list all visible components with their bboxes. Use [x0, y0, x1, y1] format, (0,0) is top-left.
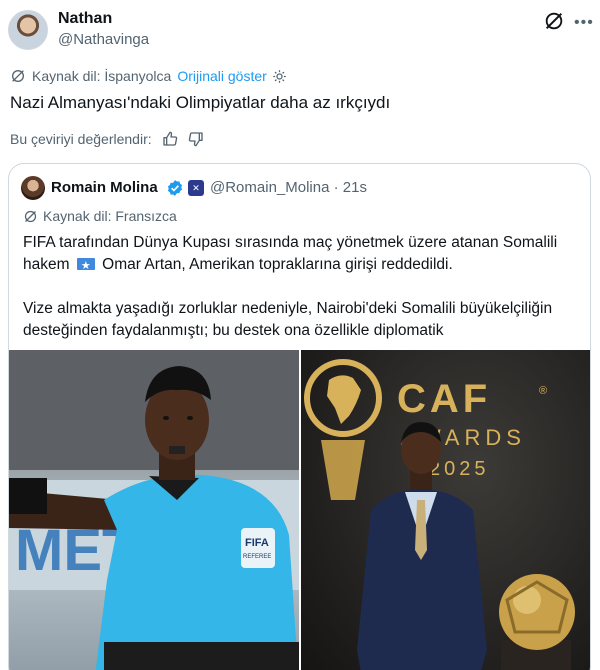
grok-icon[interactable]	[543, 10, 565, 32]
quoted-tweet-text: FIFA tarafından Dünya Kupası sırasında m…	[23, 232, 583, 342]
referee-photo[interactable]: METRO FIFA REFEREE	[9, 350, 299, 670]
affiliation-badge-icon[interactable]: ✕	[188, 180, 204, 196]
translate-icon	[12, 70, 24, 82]
verified-badge-icon	[167, 180, 183, 196]
fifa-badge-text: FIFA	[245, 537, 269, 549]
caf-logo-text: CAF	[397, 377, 491, 421]
author-handle[interactable]: @Nathavinga	[58, 31, 149, 48]
quoted-text-line: hakem Omar Artan, Amerikan topraklarına …	[23, 254, 583, 277]
caf-awards-photo[interactable]: CAF ® AWARDS 2025	[301, 350, 590, 670]
quoted-text-fragment: hakem	[23, 256, 70, 273]
registered-mark: ®	[539, 385, 547, 397]
quoted-source-language-label: Kaynak dil: Fransızca	[43, 208, 177, 224]
somalia-flag-icon	[76, 255, 95, 277]
show-original-link[interactable]: Orijinali göster	[177, 68, 266, 84]
quoted-author-name[interactable]: Romain Molina	[51, 179, 158, 196]
quoted-tweet-card[interactable]: Romain Molina ✕ @Romain_Molina · 21s Kay…	[8, 163, 591, 670]
quoted-text-line: Vize almakta yaşadığı zorluklar nedeniyl…	[23, 300, 553, 317]
more-icon[interactable]: •••	[574, 15, 594, 31]
quoted-text-line: FIFA tarafından Dünya Kupası sırasında m…	[23, 234, 558, 251]
source-language-label: Kaynak dil: İspanyolca	[32, 68, 172, 84]
quoted-translation-source: Kaynak dil: Fransızca	[23, 208, 177, 224]
quoted-avatar[interactable]	[21, 176, 45, 200]
thumbs-down-icon[interactable]	[188, 131, 204, 147]
thumbs-up-icon[interactable]	[162, 131, 178, 147]
quoted-handle-time[interactable]: @Romain_Molina · 21s	[210, 179, 367, 196]
referee-badge-text: REFEREE	[243, 554, 271, 560]
author-name[interactable]: Nathan	[58, 10, 112, 28]
translation-source: Kaynak dil: İspanyolca Orijinali göster	[10, 67, 293, 85]
gear-icon[interactable]	[272, 69, 287, 84]
rate-translation-row: Bu çeviriyi değerlendir:	[10, 129, 204, 149]
tweet-text: Nazi Almanyası'ndaki Olimpiyatlar daha a…	[10, 93, 391, 112]
translate-icon	[24, 210, 37, 222]
quoted-text-fragment: Omar Artan, Amerikan topraklarına girişi…	[102, 256, 453, 273]
quoted-text-line: desteğinden faydalanmıştı; bu destek ona…	[23, 322, 444, 339]
referee-illustration: METRO FIFA REFEREE	[9, 350, 299, 670]
caf-awards-illustration: CAF ® AWARDS 2025	[304, 359, 575, 670]
rate-translation-label: Bu çeviriyi değerlendir:	[10, 131, 152, 147]
tweet-header: Nathan @Nathavinga •••	[8, 6, 594, 52]
avatar[interactable]	[8, 10, 48, 50]
